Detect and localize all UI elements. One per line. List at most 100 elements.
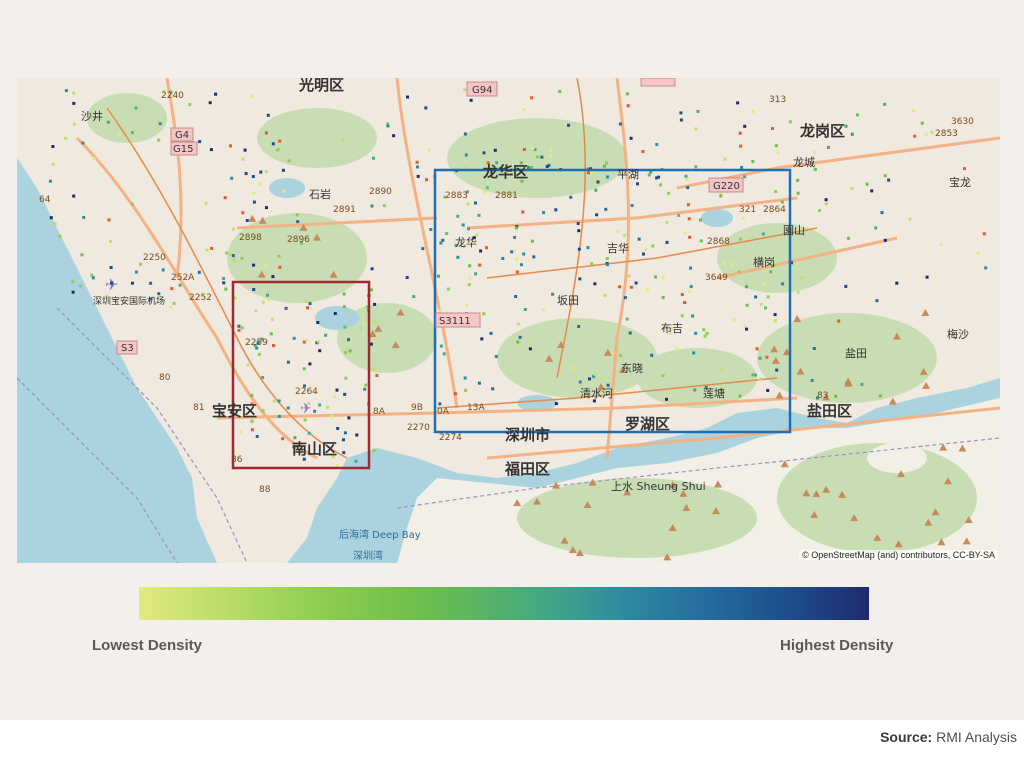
density-marker [796,178,800,182]
density-marker [634,281,638,285]
road-number: 2853 [935,129,958,139]
source-text: RMI Analysis [936,729,1017,745]
density-marker [766,295,770,299]
density-marker [514,226,518,230]
density-marker [512,249,516,253]
density-marker [818,209,822,213]
road-shield-label: S3 [121,343,134,354]
density-marker [766,389,770,392]
density-marker [131,281,134,285]
density-marker [178,283,182,287]
map-attribution[interactable]: © OpenStreetMap (and) contributors, CC-B… [799,550,998,560]
density-marker [252,263,256,267]
density-marker [924,132,928,136]
density-marker [522,252,526,256]
density-marker [208,101,212,105]
density-marker [139,262,142,266]
road-number: 2264 [295,387,318,397]
road-shield-label: G15 [173,144,193,155]
density-marker [109,266,113,269]
density-marker [246,363,250,367]
density-marker [439,241,443,245]
density-marker [456,255,460,259]
density-marker [516,322,520,326]
density-marker [680,293,684,296]
density-marker [464,388,468,392]
density-marker [630,385,634,389]
density-marker [739,237,742,241]
density-marker [424,106,428,110]
density-marker [515,257,519,261]
place-label: 吉华 [607,241,629,255]
density-marker [675,347,679,351]
density-marker [231,227,235,231]
density-marker [679,118,683,122]
density-marker [773,319,777,323]
density-marker [276,148,280,152]
density-marker [416,165,419,169]
density-marker [665,240,669,244]
density-map[interactable]: ✈ ✈ 光明区 龙岗区 龙华区 宝安区 南山区 罗湖区 福田区 盐田区 深圳市 … [17,78,1000,563]
density-marker [531,146,535,150]
density-marker [415,160,419,164]
density-marker [694,127,698,131]
density-marker [895,281,899,285]
road-number: 81 [193,403,204,413]
road-number: 313 [769,95,786,105]
density-marker [161,268,165,272]
density-marker [578,277,582,281]
density-marker [169,305,173,309]
density-marker [318,403,322,407]
density-marker [170,287,174,291]
density-marker [740,166,744,169]
density-marker [468,264,472,268]
density-marker [82,215,86,219]
density-marker [347,416,351,420]
density-marker [463,88,467,92]
density-marker [683,301,687,304]
density-marker [577,247,581,251]
road-number: 13A [467,403,485,413]
density-marker [963,167,966,171]
density-marker [745,285,749,289]
density-marker [48,179,52,183]
density-marker [984,266,988,270]
density-marker [513,235,517,239]
density-marker [241,157,245,161]
density-marker [347,338,350,342]
density-marker [655,142,659,146]
density-marker [637,237,641,241]
density-marker [736,101,740,105]
road-number: 88 [259,485,271,495]
density-marker [375,374,379,377]
density-marker [689,266,693,270]
density-marker [684,174,688,178]
density-marker [382,204,386,208]
density-marker [277,399,281,403]
density-marker [489,331,493,335]
density-marker [259,170,263,174]
density-marker [241,211,245,215]
density-marker [438,402,442,406]
density-marker [763,281,767,285]
density-marker [883,174,887,178]
road-shield-label: S3111 [439,316,471,327]
density-marker [307,401,311,405]
density-marker [250,394,254,398]
road-shield-label: G4 [175,130,189,141]
density-marker [925,275,929,279]
density-marker [665,221,669,224]
density-marker [463,132,467,136]
density-marker [594,188,598,192]
density-marker [883,238,887,242]
density-marker [549,155,553,159]
density-marker [577,325,581,328]
density-marker [477,381,481,385]
place-label: 龙华 [455,235,477,249]
road-number: 86 [231,455,243,465]
density-marker [229,144,232,148]
district-label-baoan: 宝安区 [212,402,257,420]
density-marker [478,263,482,267]
density-marker [774,190,778,193]
density-marker [625,317,629,321]
